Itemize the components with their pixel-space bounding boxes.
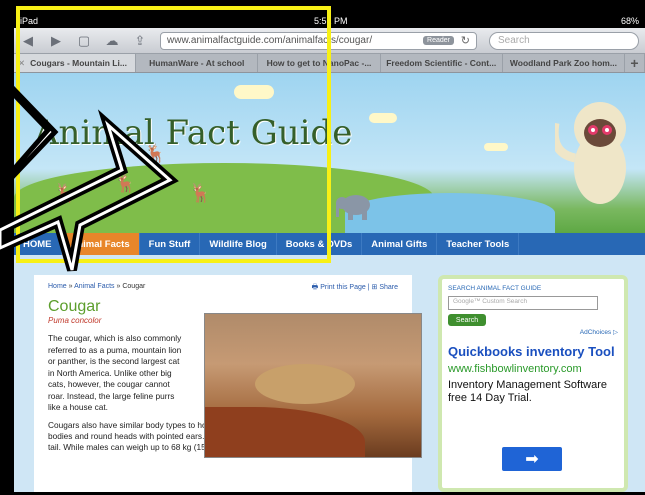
- tab-label: HumanWare - At school: [149, 58, 245, 68]
- share-link[interactable]: Share: [379, 284, 398, 291]
- status-bar: iPad 5:51 PM 68%: [14, 14, 645, 28]
- device-frame: iPad 5:51 PM 68% ◀ ▶ ▢ ☁ ⇪ www.animalfac…: [0, 0, 645, 495]
- ad-url-link[interactable]: www.fishbowlinventory.com: [448, 363, 618, 375]
- ad-arrow-button[interactable]: ➡: [502, 447, 562, 471]
- printer-icon[interactable]: 🖶: [312, 284, 319, 291]
- ad-title-link[interactable]: Quickbooks inventory Tool: [448, 344, 618, 359]
- cougar-illustration: [255, 364, 355, 404]
- tab-cougars[interactable]: ✕ Cougars - Mountain Li...: [14, 54, 137, 72]
- share-icon[interactable]: ⇪: [132, 33, 148, 49]
- tab-woodland-park-zoo[interactable]: Woodland Park Zoo hom...: [503, 54, 626, 72]
- tab-label: Freedom Scientific - Cont...: [386, 58, 497, 68]
- back-icon[interactable]: ◀: [20, 33, 36, 49]
- breadcrumb-home-link[interactable]: Home: [48, 283, 67, 290]
- ad-description: Inventory Management Software free 14 Da…: [448, 379, 607, 404]
- nav-teacher-tools[interactable]: Teacher Tools: [437, 233, 520, 255]
- search-input[interactable]: Search: [489, 31, 639, 50]
- antelope-icon: 🦌: [114, 173, 137, 193]
- elephant-icon: [336, 195, 370, 220]
- battery-level: 68%: [620, 16, 639, 26]
- browser-toolbar: ◀ ▶ ▢ ☁ ⇪ www.animalfactguide.com/animal…: [14, 28, 645, 54]
- close-tab-icon[interactable]: ✕: [18, 58, 25, 69]
- site-search-input[interactable]: Google™ Custom Search: [448, 296, 598, 310]
- antelope-icon: 🦌: [54, 183, 77, 203]
- breadcrumb-current: Cougar: [122, 283, 146, 290]
- article-tools: 🖶 Print this Page | ⊞ Share: [311, 284, 398, 291]
- tab-label: Woodland Park Zoo hom...: [509, 58, 617, 68]
- url-text: www.animalfactguide.com/animalfacts/coug…: [167, 35, 373, 46]
- tab-label: Cougars - Mountain Li...: [30, 58, 127, 68]
- status-time: 5:51 PM: [314, 16, 348, 26]
- monkey-icon: [555, 102, 626, 204]
- nav-wildlife-blog[interactable]: Wildlife Blog: [200, 233, 277, 255]
- main-nav: HOME Animal Facts Fun Stuff Wildlife Blo…: [14, 233, 645, 255]
- new-tab-icon[interactable]: +: [625, 54, 645, 72]
- article-paragraph: The cougar, which is also commonly refer…: [48, 333, 182, 412]
- share-icon[interactable]: ⊞: [371, 284, 377, 291]
- rock-illustration: [205, 407, 365, 457]
- address-bar[interactable]: www.animalfactguide.com/animalfacts/coug…: [160, 31, 477, 50]
- site-search-button[interactable]: Search: [448, 314, 486, 326]
- nav-animal-gifts[interactable]: Animal Gifts: [362, 233, 438, 255]
- cloud-icon: [234, 85, 274, 99]
- tab-label: How to get to NanoPac -...: [266, 58, 372, 68]
- nav-books-dvds[interactable]: Books & DVDs: [277, 233, 363, 255]
- nav-fun-stuff[interactable]: Fun Stuff: [140, 233, 201, 255]
- sidebar: SEARCH ANIMAL FACT GUIDE Google™ Custom …: [438, 275, 628, 492]
- forward-icon[interactable]: ▶: [48, 33, 64, 49]
- tab-bar: ✕ Cougars - Mountain Li... HumanWare - At…: [14, 54, 645, 73]
- page-content: Home » Animal Facts » Cougar 🖶 Print thi…: [14, 275, 645, 492]
- breadcrumb-separator: »: [66, 283, 75, 290]
- tab-humanware[interactable]: HumanWare - At school: [136, 54, 259, 72]
- browser-screen: iPad 5:51 PM 68% ◀ ▶ ▢ ☁ ⇪ www.animalfac…: [14, 14, 645, 492]
- device-label: iPad: [20, 16, 39, 26]
- breadcrumb-section-link[interactable]: Animal Facts: [74, 283, 114, 290]
- cougar-photo: [204, 313, 422, 458]
- cloud-icon: [369, 113, 397, 123]
- article: Home » Animal Facts » Cougar 🖶 Print thi…: [34, 275, 422, 492]
- site-header: 🦌 🦌 🦌 🦌 Animal Fact Guide: [14, 73, 645, 233]
- adchoices-icon: ▷: [613, 329, 618, 336]
- reader-button[interactable]: Reader: [423, 35, 454, 45]
- tab-freedom-scientific[interactable]: Freedom Scientific - Cont...: [381, 54, 503, 72]
- cloud-icon: [484, 143, 508, 151]
- adchoices-label: AdChoices: [579, 329, 612, 336]
- nav-animal-facts[interactable]: Animal Facts: [61, 233, 140, 255]
- nav-home[interactable]: HOME: [14, 233, 62, 255]
- cloud-tabs-icon[interactable]: ☁: [104, 33, 120, 49]
- lake-illustration: [345, 193, 555, 233]
- site-title[interactable]: Animal Fact Guide: [34, 113, 352, 153]
- tab-nanopac[interactable]: How to get to NanoPac -...: [258, 54, 381, 72]
- search-heading: SEARCH ANIMAL FACT GUIDE: [448, 285, 542, 292]
- bookmarks-icon[interactable]: ▢: [76, 33, 92, 49]
- print-link[interactable]: Print this Page: [320, 284, 366, 291]
- adchoices-link[interactable]: AdChoices ▷: [448, 328, 618, 336]
- reload-icon[interactable]: ↻: [461, 34, 470, 47]
- antelope-icon: 🦌: [189, 183, 212, 203]
